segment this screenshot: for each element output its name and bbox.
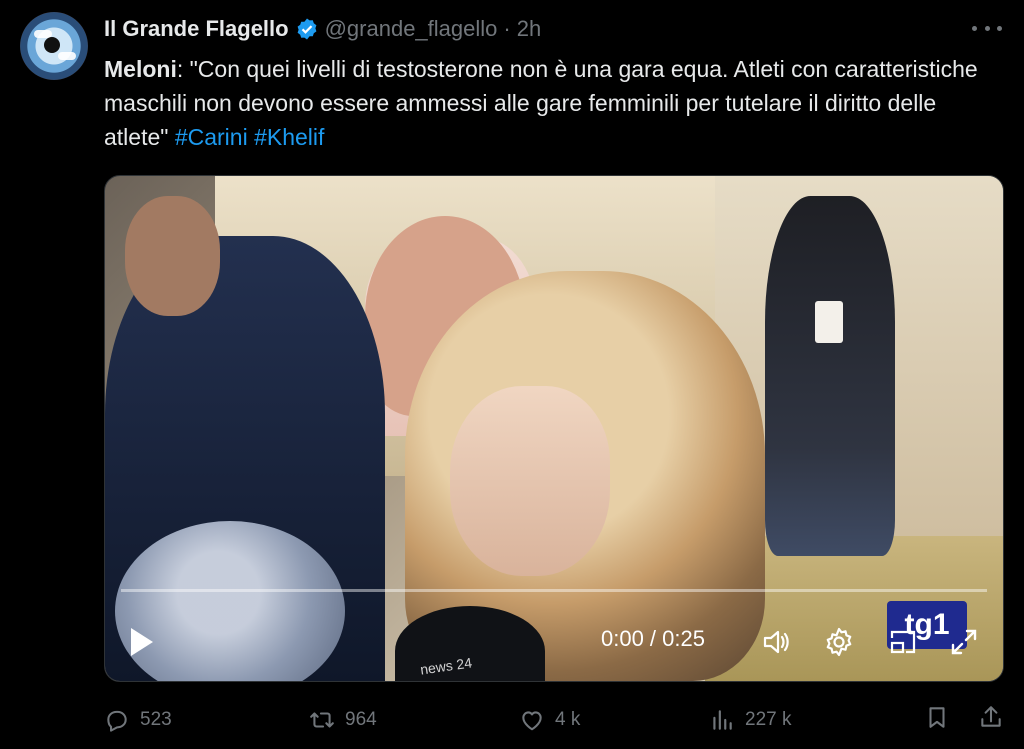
tweet-time[interactable]: 2h bbox=[517, 16, 541, 42]
tweet-text-bold: Meloni bbox=[104, 56, 177, 82]
reply-button[interactable]: 523 bbox=[104, 707, 309, 733]
tweet-text: Meloni: "Con quei livelli di testosteron… bbox=[104, 52, 1004, 154]
author-avatar[interactable] bbox=[20, 12, 88, 80]
author-handle[interactable]: @grande_flagello bbox=[325, 16, 498, 42]
avatar-cloud bbox=[58, 52, 76, 60]
video-timecode: 0:00 / 0:25 bbox=[601, 626, 705, 651]
picture-in-picture-icon[interactable] bbox=[887, 626, 919, 658]
more-dot bbox=[972, 25, 977, 31]
more-dot bbox=[997, 25, 1002, 31]
retweet-count: 964 bbox=[345, 709, 377, 730]
avatar-eye-pupil bbox=[44, 37, 60, 53]
views-icon bbox=[713, 710, 732, 730]
views-count: 227 k bbox=[745, 709, 792, 730]
hashtag-link[interactable]: #Khelif bbox=[254, 124, 324, 150]
gear-icon[interactable] bbox=[823, 626, 855, 658]
like-button[interactable]: 4 k bbox=[519, 707, 709, 733]
video-frame-woman-face bbox=[450, 386, 610, 576]
verified-badge-icon bbox=[297, 18, 316, 40]
video-frame-person-head bbox=[125, 196, 220, 316]
more-dot bbox=[984, 25, 990, 31]
reply-count: 523 bbox=[140, 709, 172, 730]
like-count: 4 k bbox=[555, 709, 581, 730]
video-frame-cameraman bbox=[765, 196, 895, 556]
heart-icon bbox=[522, 711, 542, 731]
views-button[interactable]: 227 k bbox=[709, 707, 909, 733]
video-progress-bar[interactable] bbox=[121, 589, 987, 592]
author-name[interactable]: Il Grande Flagello bbox=[104, 16, 289, 42]
video-player[interactable]: news 24 tg1 0:00 / 0:25 bbox=[104, 175, 1004, 682]
tweet-secondary-actions bbox=[924, 704, 1004, 730]
retweet-button[interactable]: 964 bbox=[309, 707, 519, 733]
retweet-icon bbox=[310, 712, 334, 728]
separator-dot: · bbox=[503, 16, 511, 41]
hashtag-link[interactable]: #Carini bbox=[175, 124, 248, 150]
video-frame-badge bbox=[815, 301, 843, 343]
play-icon[interactable] bbox=[131, 628, 153, 656]
bookmark-icon[interactable] bbox=[924, 704, 950, 730]
reply-icon bbox=[107, 710, 127, 732]
volume-icon[interactable] bbox=[760, 626, 792, 658]
fullscreen-icon[interactable] bbox=[948, 626, 980, 658]
share-icon[interactable] bbox=[978, 704, 1004, 730]
tweet-header: Il Grande Flagello @grande_flagello · 2h bbox=[104, 14, 541, 44]
more-dots-icon[interactable] bbox=[972, 18, 1002, 38]
tweet-actions: 523 964 4 k 227 k bbox=[104, 704, 1004, 736]
